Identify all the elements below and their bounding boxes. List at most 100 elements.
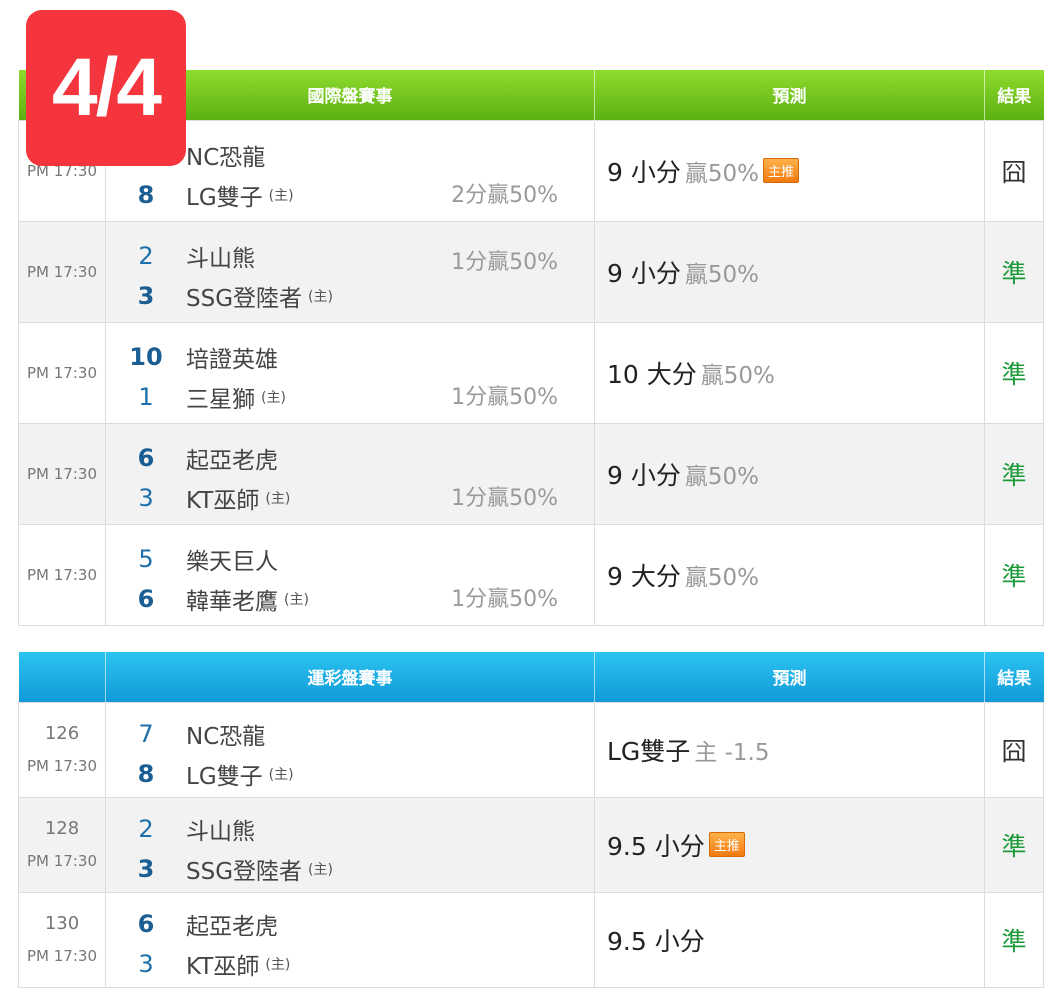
result-cell: 準 (984, 796, 1044, 893)
prediction-value: 10 大分 (607, 359, 697, 389)
home-team-name: 韓華老鷹 (186, 588, 278, 615)
away-team-name: 培證英雄 (186, 346, 278, 373)
game-number: 130 (44, 912, 80, 934)
handicap-note: 2分贏50% (451, 182, 558, 208)
away-score: 5 (138, 544, 154, 573)
home-team-line: 3 SSG登陸者 (主) (106, 276, 594, 316)
prediction-value: 9 小分 (607, 157, 681, 187)
prediction-note: 主 -1.5 (694, 739, 770, 766)
home-team-name: KT巫師 (186, 953, 260, 980)
prediction-cell: 9.5 小分 (594, 891, 985, 988)
home-marker: (主) (268, 766, 294, 783)
table-row: 128 PM 17:30 2 斗山熊 3 SSG登陸者 (主) 9.5 小分 主推準 (18, 796, 1044, 893)
game-time: PM 17:30 (27, 851, 97, 870)
match-header: 運彩盤賽事 (105, 652, 595, 702)
handicap-note: 1分贏50% (451, 384, 558, 410)
game-time: PM 17:30 (27, 756, 97, 775)
prediction-header: 預測 (594, 70, 985, 120)
away-team-name: NC恐龍 (186, 723, 266, 750)
table-row: PM 17:30 2 斗山熊 3 SSG登陸者 (主) 1分贏50% 9 小分 贏50% 準 (18, 220, 1044, 323)
prediction-value: LG雙子 (607, 736, 691, 766)
game-time: PM 17:30 (27, 262, 97, 281)
handicap-note: 1分贏50% (451, 586, 558, 612)
match-cell: 6 起亞老虎 3 KT巫師 (主) 1分贏50% (105, 422, 595, 525)
prediction-note: 贏50% (684, 261, 759, 288)
time-cell: 130 PM 17:30 (18, 891, 106, 988)
home-marker: (主) (261, 389, 286, 406)
prediction-note: 贏50% (700, 362, 775, 389)
home-score: 3 (138, 949, 154, 978)
prediction-header: 預測 (594, 652, 985, 702)
match-cell: 10 培證英雄 1 三星獅 (主) 1分贏50% (105, 321, 595, 424)
prediction-cell: 9 小分 贏50% 主推 (594, 119, 985, 222)
table-row: 126 PM 17:30 7 NC恐龍 8 LG雙子 (主) LG雙子主 -1.5 囧 (18, 701, 1044, 798)
prediction-value: 9.5 小分 (607, 926, 705, 956)
prediction-note: 贏50% (684, 463, 759, 490)
game-number: 126 (44, 722, 80, 744)
game-number: 128 (44, 817, 80, 839)
game-time: PM 17:30 (27, 363, 97, 382)
home-team-line: 8 LG雙子 (主) (106, 754, 594, 794)
prediction-cell: 9.5 小分 主推 (594, 796, 985, 893)
handicap-note: 1分贏50% (451, 249, 558, 275)
result-cell: 囧 (984, 119, 1044, 222)
game-time: PM 17:30 (27, 464, 97, 483)
match-teams: 2 斗山熊 3 SSG登陸者 (主) (106, 801, 594, 889)
home-team-name: LG雙子 (186, 184, 263, 211)
home-team-name: KT巫師 (186, 487, 260, 514)
result-cell: 準 (984, 220, 1044, 323)
time-cell: 128 PM 17:30 (18, 796, 106, 893)
result-cell: 囧 (984, 701, 1044, 798)
result-cell: 準 (984, 321, 1044, 424)
away-team-name: 樂天巨人 (186, 548, 278, 575)
match-cell: 5 樂天巨人 6 韓華老鷹 (主) 1分贏50% (105, 523, 595, 626)
game-time: PM 17:30 (27, 565, 97, 584)
home-score: 3 (137, 281, 155, 310)
game-time: PM 17:30 (27, 946, 97, 965)
page-counter-badge: 4/4 (26, 10, 186, 166)
match-teams: 6 起亞老虎 3 KT巫師 (主) (106, 896, 594, 984)
away-team-line: 2 斗山熊 (106, 809, 594, 849)
prediction-value: 9 小分 (607, 258, 681, 288)
time-header (18, 652, 106, 702)
prediction-cell: 9 小分 贏50% (594, 422, 985, 525)
prediction-value: 9.5 小分 (607, 831, 705, 861)
away-score: 2 (138, 241, 154, 270)
result-header: 結果 (997, 669, 1032, 690)
table-row: PM 17:30 5 樂天巨人 6 韓華老鷹 (主) 1分贏50% 9 大分 贏50% 準 (18, 523, 1044, 626)
match-cell: 2 斗山熊 3 SSG登陸者 (主) (105, 796, 595, 893)
prediction-value: 9 小分 (607, 460, 681, 490)
away-team-name: 起亞老虎 (186, 913, 278, 940)
time-cell: PM 17:30 (18, 523, 106, 626)
home-score: 8 (137, 180, 155, 209)
away-team-line: 10 培證英雄 (106, 337, 594, 377)
time-cell: PM 17:30 (18, 422, 106, 525)
home-marker: (主) (265, 956, 291, 973)
home-team-line: 3 SSG登陸者 (主) (106, 849, 594, 889)
result-cell: 準 (984, 891, 1044, 988)
prediction-note: 贏50% (684, 160, 759, 187)
away-team-name: 斗山熊 (186, 818, 255, 845)
home-team-name: SSG登陸者 (186, 858, 303, 885)
handicap-note: 1分贏50% (451, 485, 558, 511)
home-score: 8 (137, 759, 155, 788)
away-team-name: 斗山熊 (186, 245, 255, 272)
away-team-name: NC恐龍 (186, 144, 266, 171)
home-team-name: 三星獅 (186, 386, 255, 413)
home-marker: (主) (284, 591, 309, 608)
home-score: 3 (137, 854, 155, 883)
main-pick-tag: 主推 (762, 158, 799, 183)
away-score: 6 (137, 909, 155, 938)
away-score: 6 (137, 443, 155, 472)
table-row: PM 17:30 10 培證英雄 1 三星獅 (主) 1分贏50% 10 大分 贏50% 準 (18, 321, 1044, 424)
home-marker: (主) (308, 861, 333, 878)
prediction-cell: 10 大分 贏50% (594, 321, 985, 424)
home-score: 3 (138, 483, 154, 512)
page-root: 4/4 國際盤賽事 預測 結果 PM 17:30 NC恐龍 8 LG雙子 (主) 2分贏5… (0, 0, 1056, 1000)
home-marker: (主) (265, 490, 291, 507)
away-team-line: 7 NC恐龍 (106, 714, 594, 754)
result-cell: 準 (984, 422, 1044, 525)
match-cell: 7 NC恐龍 8 LG雙子 (主) (105, 701, 595, 798)
table-row: 130 PM 17:30 6 起亞老虎 3 KT巫師 (主) 9.5 小分 準 (18, 891, 1044, 988)
result-cell: 準 (984, 523, 1044, 626)
